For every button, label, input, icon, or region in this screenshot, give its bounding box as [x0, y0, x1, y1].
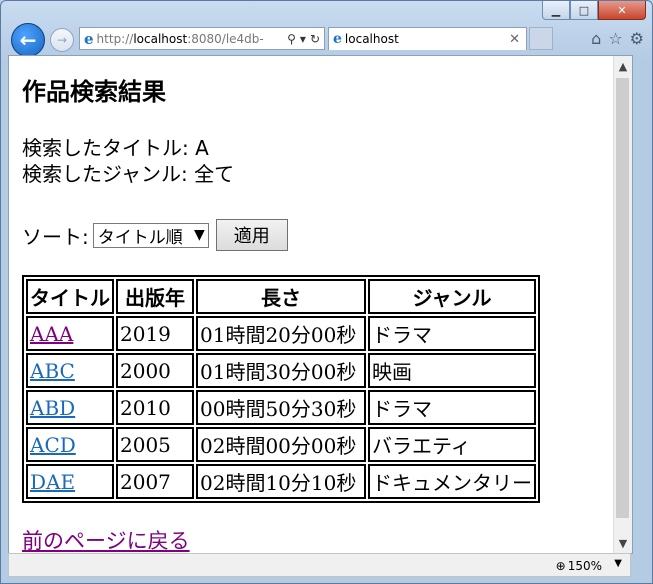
- scroll-thumb[interactable]: [616, 78, 629, 518]
- cell-length: 00時間50分30秒: [196, 390, 366, 425]
- window-controls: ▁ □ ✕: [542, 1, 646, 20]
- cell-year: 2000: [116, 353, 194, 388]
- title-link[interactable]: AAA: [30, 322, 73, 346]
- zoom-dropdown-icon[interactable]: ▼: [614, 558, 622, 569]
- cell-genre: ドキュメンタリー: [368, 464, 536, 499]
- table-row: ABC 2000 01時間30分00秒 映画: [26, 353, 536, 388]
- back-to-previous-link[interactable]: 前のページに戻る: [22, 529, 190, 553]
- tab-close-icon[interactable]: ✕: [509, 32, 520, 47]
- tab-localhost[interactable]: e localhost ✕: [328, 27, 527, 50]
- cell-title: ACD: [26, 427, 114, 462]
- cell-length: 02時間00分00秒: [196, 427, 366, 462]
- title-link[interactable]: DAE: [30, 470, 75, 494]
- ie-page-icon: e: [84, 29, 94, 48]
- tab-label: localhost: [344, 32, 399, 46]
- apply-button[interactable]: 適用: [215, 219, 288, 251]
- dropdown-icon[interactable]: ▾: [300, 32, 306, 46]
- searched-title: 検索したタイトル: A: [22, 136, 209, 160]
- vertical-scrollbar[interactable]: ▲ ▼: [613, 56, 632, 553]
- address-bar[interactable]: e http://localhost:8080/le4db- ⚲ ▾ ↻: [79, 27, 325, 50]
- back-button[interactable]: ←: [11, 23, 45, 57]
- refresh-icon[interactable]: ↻: [310, 32, 320, 46]
- cell-year: 2019: [116, 316, 194, 351]
- zoom-control[interactable]: ⊕ 150%: [556, 559, 602, 573]
- ie-tab-icon: e: [333, 31, 342, 47]
- table-row: AAA 2019 01時間20分00秒 ドラマ: [26, 316, 536, 351]
- zoom-level: 150%: [567, 559, 602, 573]
- cell-genre: バラエティ: [368, 427, 536, 462]
- table-header-row: タイトル 出版年 長さ ジャンル: [26, 279, 536, 314]
- cell-length: 02時間10分10秒: [196, 464, 366, 499]
- cell-title: AAA: [26, 316, 114, 351]
- cell-year: 2005: [116, 427, 194, 462]
- favorites-star-icon[interactable]: ☆: [608, 29, 622, 48]
- arrow-right-icon: →: [56, 33, 68, 47]
- settings-gear-icon[interactable]: ⚙: [630, 29, 644, 48]
- scroll-down-icon[interactable]: ▼: [614, 533, 632, 553]
- search-info: 検索したタイトル: A 検索したジャンル: 全て: [22, 135, 622, 187]
- cell-title: ABC: [26, 353, 114, 388]
- table-row: ABD 2010 00時間50分30秒 ドラマ: [26, 390, 536, 425]
- searched-genre: 検索したジャンル: 全て: [22, 162, 235, 186]
- cell-length: 01時間30分00秒: [196, 353, 366, 388]
- cell-genre: ドラマ: [368, 390, 536, 425]
- new-tab-button[interactable]: [529, 27, 553, 50]
- cell-genre: 映画: [368, 353, 536, 388]
- title-link[interactable]: ACD: [30, 433, 76, 457]
- results-table: タイトル 出版年 長さ ジャンル AAA 2019 01時間20分00秒 ドラマ…: [22, 275, 540, 503]
- minimize-button[interactable]: ▁: [542, 1, 570, 20]
- toolbar-icons: ⌂ ☆ ⚙: [591, 29, 644, 48]
- page-content: 作品検索結果 検索したタイトル: A 検索したジャンル: 全て ソート: タイト…: [22, 56, 622, 553]
- sort-label: ソート:: [22, 224, 89, 249]
- address-url: http://localhost:8080/le4db-: [96, 31, 264, 46]
- navigation-bar: ← → e http://localhost:8080/le4db- ⚲ ▾ ↻…: [1, 19, 652, 57]
- forward-button[interactable]: →: [50, 28, 74, 52]
- header-genre: ジャンル: [368, 279, 536, 314]
- chevron-down-icon: ▼: [193, 227, 205, 243]
- scroll-up-icon[interactable]: ▲: [614, 56, 632, 76]
- cell-year: 2010: [116, 390, 194, 425]
- page-title: 作品検索結果: [22, 78, 166, 106]
- status-bar: ⊕ 150% ▼: [8, 553, 631, 577]
- table-row: ACD 2005 02時間00分00秒 バラエティ: [26, 427, 536, 462]
- arrow-left-icon: ←: [19, 28, 37, 52]
- header-year: 出版年: [116, 279, 194, 314]
- cell-length: 01時間20分00秒: [196, 316, 366, 351]
- cell-genre: ドラマ: [368, 316, 536, 351]
- home-icon[interactable]: ⌂: [591, 29, 601, 48]
- title-link[interactable]: ABD: [30, 396, 75, 420]
- maximize-button[interactable]: □: [570, 1, 598, 20]
- browser-window: ▁ □ ✕ ← → e http://localhost:8080/le4db-…: [0, 0, 653, 584]
- table-row: DAE 2007 02時間10分10秒 ドキュメンタリー: [26, 464, 536, 499]
- header-length: 長さ: [196, 279, 366, 314]
- sort-select-value: タイトル順: [97, 227, 183, 248]
- header-title: タイトル: [26, 279, 114, 314]
- page-viewport: 作品検索結果 検索したタイトル: A 検索したジャンル: 全て ソート: タイト…: [8, 55, 633, 554]
- sort-form: ソート: タイトル順 ▼ 適用: [22, 219, 622, 251]
- title-link[interactable]: ABC: [30, 359, 75, 383]
- cell-title: ABD: [26, 390, 114, 425]
- sort-select[interactable]: タイトル順 ▼: [92, 222, 209, 248]
- close-button[interactable]: ✕: [598, 1, 646, 20]
- cell-title: DAE: [26, 464, 114, 499]
- search-icon[interactable]: ⚲: [287, 32, 296, 46]
- back-link-container: 前のページに戻る: [22, 525, 622, 553]
- cell-year: 2007: [116, 464, 194, 499]
- zoom-icon: ⊕: [555, 559, 566, 573]
